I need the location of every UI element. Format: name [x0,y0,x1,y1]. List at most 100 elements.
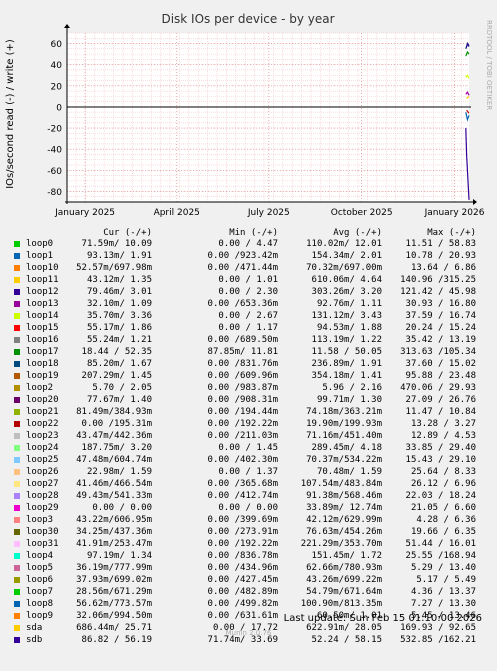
x-tick-label: January 2025 [54,208,115,218]
legend-max: 11.51 / 58.83 [405,239,476,249]
legend-row: loop22 0.00 /195.31m 0.00 /192.22m 19.90m/1… [0,418,497,430]
legend-max: 51.44 / 16.01 [405,539,476,549]
legend-swatch [14,289,20,295]
legend-row: loop31 41.91m/253.47m 0.00 /192.22m 221.29m… [0,538,497,550]
legend-cur: 79.46m/ 3.01 [86,287,152,297]
legend-min: 0.00 / 1.01 [218,275,278,285]
legend-avg: 54.79m/671.64m [306,587,382,597]
legend-min: 0.00 / 0.00 [218,503,278,513]
legend-cur: 97.19m/ 1.34 [86,551,152,561]
legend-avg: 92.76m/ 1.11 [316,299,382,309]
y-tick-label: -60 [47,167,62,177]
legend-name: loop15 [26,323,59,333]
legend-name: loop13 [26,299,59,309]
legend-min: 0.00 /831.76m [207,359,278,369]
legend-cur: 71.59m/ 10.09 [81,239,152,249]
legend-max: 13.64 / 6.86 [410,263,476,273]
legend-row: loop30 34.25m/437.36m 0.00 /273.91m 76.63m/… [0,526,497,538]
legend-max: 33.85 / 29.40 [405,443,476,453]
legend-min: 0.00 /192.22m [207,539,278,549]
legend-min: 0.00 /471.44m [207,263,278,273]
legend-max: 4.28 / 6.36 [416,515,476,525]
legend-min: 0.00 / 2.67 [218,311,278,321]
legend-max: 470.06 / 29.93 [400,383,476,393]
legend-avg: 70.48m/ 1.59 [316,467,382,477]
legend-max: 37.60 / 15.02 [405,359,476,369]
legend-max: 313.63 /105.34 [400,347,476,357]
legend-min: 0.00 / 1.45 [218,443,278,453]
legend-name: loop28 [26,491,59,501]
legend-name: loop30 [26,527,59,537]
legend-swatch [14,589,20,595]
legend-swatch [14,505,20,511]
legend-cur: 49.43m/541.33m [76,491,152,501]
legend-avg: 151.45m/ 1.72 [311,551,382,561]
legend-swatch [14,433,20,439]
legend-name: loop5 [26,563,54,573]
legend-swatch [14,301,20,307]
y-tick-label: -40 [47,146,62,156]
legend-max: 5.29 / 13.40 [410,563,476,573]
legend-name: loop26 [26,467,59,477]
legend-swatch [14,313,20,319]
legend-swatch [14,409,20,415]
legend-name: loop14 [26,311,59,321]
legend-avg: 19.90m/199.93m [306,419,382,429]
y-tick-label: -20 [47,125,62,135]
legend-name: loop29 [26,503,59,513]
legend-swatch [14,601,20,607]
legend-swatch [14,277,20,283]
y-axis-label: IOs/second read (-) / write (+) [5,39,16,189]
legend-min: 0.00 / 4.47 [218,239,278,249]
legend-swatch [14,565,20,571]
legend-cur: 0.00 / 0.00 [92,503,152,513]
legend-name: loop11 [26,275,59,285]
legend-row: loop25 47.48m/604.74m 0.00 /402.30m 70.37m/… [0,454,497,466]
legend-max: 12.89 / 4.53 [410,431,476,441]
legend-min: 0.00 /211.03m [207,431,278,441]
legend-max: 22.03 / 18.24 [405,491,476,501]
legend-cur: 47.48m/604.74m [76,455,152,465]
legend-row: loop14 35.70m/ 3.36 0.00 / 2.67 131.12m/ 3.… [0,310,497,322]
legend-cur: 81.49m/384.93m [76,407,152,417]
legend-name: loop8 [26,599,54,609]
legend-row: loop24 187.75m/ 3.20 0.00 / 1.45 289.45m/ 4… [0,442,497,454]
legend-avg: 94.53m/ 1.88 [316,323,382,333]
legend-swatch [14,241,20,247]
legend-row: loop28 49.43m/541.33m 0.00 /412.74m 91.38m/… [0,490,497,502]
legend-max: 121.42 / 45.98 [400,287,476,297]
legend-name: loop17 [26,347,59,357]
legend-min: 0.00 /631.61m [207,611,278,621]
legend-name: loop23 [26,431,59,441]
legend-cur: 22.98m/ 1.59 [86,467,152,477]
legend-avg: 70.37m/534.22m [306,455,382,465]
legend-row: loop8 56.62m/773.57m 0.00 /499.82m 100.90m/… [0,598,497,610]
legend-min: 87.85m/ 11.81 [207,347,278,357]
legend-avg: 107.54m/483.84m [300,479,382,489]
legend-name: loop16 [26,335,59,345]
legend-min: 0.00 /192.22m [207,419,278,429]
legend-max: 10.78 / 20.93 [405,251,476,261]
legend-swatch [14,577,20,583]
legend-name: loop20 [26,395,59,405]
legend-max: 4.36 / 13.37 [410,587,476,597]
legend-cur: 32.10m/ 1.09 [86,299,152,309]
legend-row: loop16 55.24m/ 1.21 0.00 /689.50m 113.19m/ … [0,334,497,346]
legend-name: loop6 [26,575,54,585]
legend-cur: 43.12m/ 1.35 [86,275,152,285]
legend-name: loop25 [26,455,59,465]
y-tick-label: 60 [51,40,63,50]
legend-avg: 289.45m/ 4.18 [311,443,382,453]
legend-swatch [14,253,20,259]
legend-row: loop4 97.19m/ 1.34 0.00 /836.78m 151.45m/ 1… [0,550,497,562]
legend-row: loop21 81.49m/384.93m 0.00 /194.44m 74.18m/… [0,406,497,418]
legend-name: loop2 [26,383,54,393]
legend-cur: 34.25m/437.36m [76,527,152,537]
x-tick-label: October 2025 [331,208,393,218]
legend-row: loop19 207.29m/ 1.45 0.00 /609.96m 354.18m/… [0,370,497,382]
legend-cur: 37.93m/699.02m [76,575,152,585]
legend-avg: 5.96 / 2.16 [322,383,382,393]
legend-avg: 100.90m/813.35m [300,599,382,609]
legend-swatch [14,397,20,403]
legend-cur: 207.29m/ 1.45 [81,371,152,381]
